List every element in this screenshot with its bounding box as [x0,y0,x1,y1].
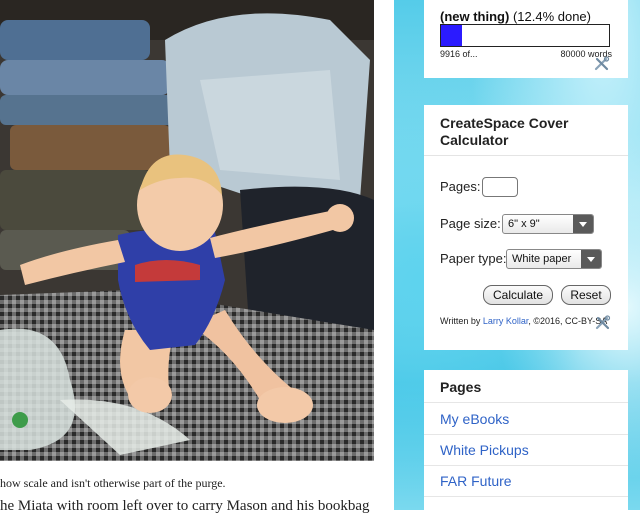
screwdriver-wrench-icon[interactable] [594,56,610,72]
pages-label: Pages: [440,179,481,194]
baby-photo-illustration [0,0,374,461]
progress-title: (new thing) (12.4% done) [440,9,591,24]
pages-input[interactable] [482,177,518,197]
pages-divider [424,496,628,497]
calculator-divider [424,155,628,156]
post-photo [0,0,374,461]
chevron-down-icon [573,215,593,233]
progress-count: 9916 of... [440,49,478,59]
screwdriver-wrench-icon[interactable] [595,315,611,331]
page-size-label: Page size: [440,216,501,231]
writing-progress-widget: (new thing) (12.4% done) 9916 of... 8000… [424,0,628,78]
paper-type-select[interactable]: White paper [506,249,602,269]
calculator-credit: Written by Larry Kollar, ©2016, CC-BY-SA [440,316,607,326]
post-body-text: he Miata with room left over to carry Ma… [0,498,370,514]
paper-type-label: Paper type: [440,251,507,266]
chevron-down-icon [581,250,601,268]
pages-divider [424,465,628,466]
progress-project-name: (new thing) [440,9,510,24]
paper-type-value: White paper [512,253,572,265]
calculator-title: CreateSpace Cover Calculator [440,115,569,148]
author-link[interactable]: Larry Kollar [483,316,529,326]
calculate-button[interactable]: Calculate [483,285,553,305]
pages-divider [424,434,628,435]
progress-bar [440,24,610,47]
page-link-white-pickups[interactable]: White Pickups [440,442,529,458]
pages-divider [424,402,628,403]
pages-widget-title: Pages [440,379,482,395]
cover-calculator-widget: CreateSpace Cover Calculator Pages: Page… [424,105,628,350]
page-size-value: 6" x 9" [508,218,540,230]
pages-widget: Pages My eBooks White Pickups FAR Future [424,370,628,510]
reset-button[interactable]: Reset [561,285,611,305]
page-size-select[interactable]: 6" x 9" [502,214,594,234]
credit-prefix: Written by [440,316,483,326]
photo-caption: how scale and isn't otherwise part of th… [0,476,226,490]
progress-percent-text: (12.4% done) [509,9,591,24]
page-link-far-future[interactable]: FAR Future [440,473,512,489]
progress-bar-fill [441,25,462,46]
page-link-my-ebooks[interactable]: My eBooks [440,411,509,427]
